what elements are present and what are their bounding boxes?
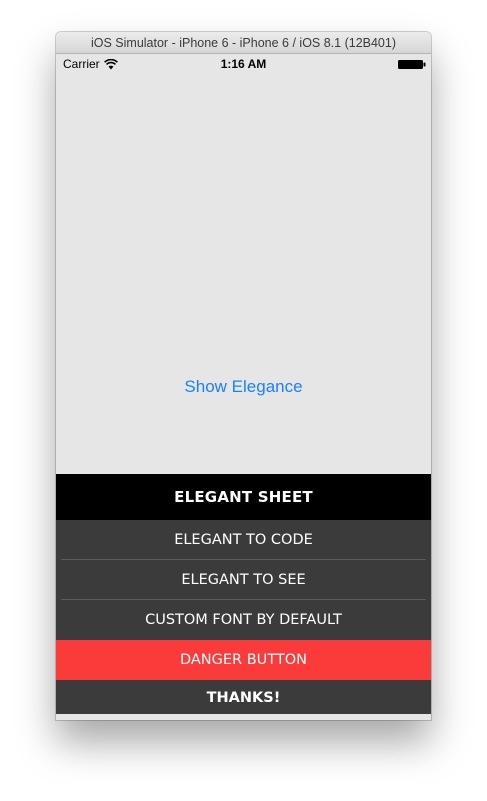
battery-icon [398,60,426,69]
danger-button[interactable]: DANGER BUTTON [56,640,431,680]
status-time: 1:16 AM [220,57,267,71]
custom-font-button[interactable]: CUSTOM FONT BY DEFAULT [56,600,431,640]
action-sheet-title: ELEGANT SHEET [56,474,431,520]
elegant-to-see-button[interactable]: ELEGANT TO SEE [56,560,431,600]
show-elegance-button[interactable]: Show Elegance [56,377,431,397]
thanks-cancel-button[interactable]: THANKS! [56,680,431,714]
action-sheet: ELEGANT SHEET ELEGANT TO CODE ELEGANT TO… [56,474,431,720]
status-bar: Carrier 1:16 AM [56,54,431,74]
simulator-window: iOS Simulator - iPhone 6 - iPhone 6 / iO… [56,32,431,720]
window-title: iOS Simulator - iPhone 6 - iPhone 6 / iO… [56,32,431,54]
main-view: Show Elegance [56,74,431,474]
elegant-to-code-button[interactable]: ELEGANT TO CODE [56,520,431,560]
